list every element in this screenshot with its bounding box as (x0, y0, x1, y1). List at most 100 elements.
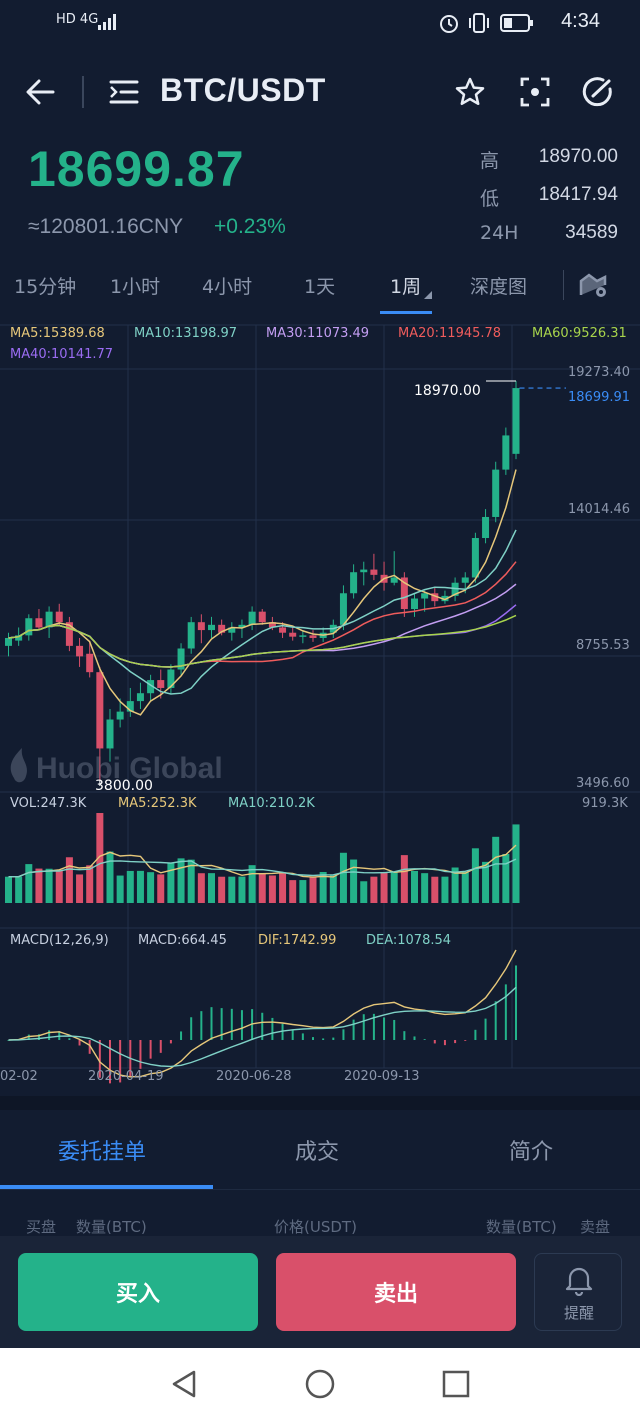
price-change: +0.23% (214, 215, 286, 238)
candle-body (411, 598, 418, 610)
macd-histogram-bar (291, 1029, 294, 1040)
volume-bar (431, 876, 439, 903)
macd-histogram-bar (464, 1040, 467, 1041)
buy-button[interactable]: 买入 (18, 1253, 258, 1331)
macd-legend: MACD(12,26,9) (10, 933, 109, 948)
macd-histogram-bar (149, 1040, 152, 1059)
volume-bar (471, 848, 479, 903)
menu-list-icon (109, 80, 139, 104)
volume-bar (55, 870, 63, 903)
candle-body (35, 618, 43, 628)
sell-button[interactable]: 卖出 (276, 1253, 516, 1331)
volume-bar (76, 874, 84, 903)
macd-histogram-bar (494, 1001, 497, 1040)
chart-settings-button[interactable] (576, 266, 612, 302)
volume-bar (15, 876, 23, 903)
volume-bar (390, 871, 398, 903)
nav-back-button[interactable] (166, 1366, 202, 1402)
tab-4hour[interactable]: 4小时 (202, 272, 252, 299)
tab-intro[interactable]: 简介 (509, 1134, 553, 1166)
kline-chart[interactable]: Huobi Global (0, 318, 640, 1112)
volume-bar (279, 873, 287, 903)
tab-1week[interactable]: 1周 (390, 272, 421, 299)
alert-label: 提醒 (563, 1304, 594, 1322)
volume-bar (25, 864, 33, 903)
volume-bar (248, 865, 256, 903)
share-button[interactable] (578, 72, 618, 112)
back-arrow-icon (26, 79, 55, 105)
macd-histogram-bar (169, 1040, 172, 1044)
star-icon (455, 77, 485, 106)
battery-icon (500, 14, 534, 36)
nav-recents-button[interactable] (438, 1366, 474, 1402)
tab-1day[interactable]: 1天 (304, 272, 335, 299)
volume-bar (400, 855, 408, 903)
pair-title[interactable]: BTC/USDT (160, 72, 326, 109)
date-axis-label: 2020-09-13 (344, 1069, 420, 1084)
candle-body (258, 611, 266, 623)
volume-bar (411, 870, 418, 903)
date-axis-label: 2020-04-19 (88, 1069, 164, 1084)
candle-body (360, 569, 368, 573)
volume-bar (218, 876, 226, 903)
volume-bar (238, 876, 246, 903)
scan-focus-icon (520, 77, 550, 107)
volume-bar (421, 873, 429, 903)
volume-bar (86, 865, 94, 903)
dif-value: DIF:1742.99 (258, 933, 337, 948)
orderbook-buy-label: 买盘 (26, 1218, 57, 1236)
market-list-button[interactable] (104, 72, 144, 112)
alert-button[interactable]: 提醒 (534, 1253, 622, 1331)
back-button[interactable] (20, 72, 60, 112)
square-recents-icon (442, 1370, 470, 1398)
header-divider (82, 76, 84, 108)
orderbook-qty-left: 数量(BTC) (76, 1218, 147, 1236)
candle-body (136, 693, 144, 702)
candle-body (461, 577, 469, 583)
low-marker-label: 3800.00 (95, 778, 153, 794)
candle-body (106, 719, 114, 749)
macd-histogram-bar (383, 1017, 386, 1040)
tab-15min[interactable]: 15分钟 (14, 272, 76, 299)
candle-body (492, 469, 500, 517)
volume-bar (309, 876, 317, 903)
favorite-button[interactable] (450, 72, 490, 112)
candle-body (116, 711, 124, 720)
candle-body (339, 593, 347, 625)
tab-trades[interactable]: 成交 (295, 1134, 339, 1166)
chart-settings-icon (579, 273, 607, 297)
ma20-legend: MA20:11945.78 (398, 326, 502, 341)
tab-1hour[interactable]: 1小时 (110, 272, 160, 299)
price-axis-label: 8755.53 (576, 638, 630, 653)
candle-body (187, 622, 195, 649)
tab-open-orders[interactable]: 委托挂单 (58, 1134, 146, 1166)
screenshot-button[interactable] (515, 72, 555, 112)
volume-bar (380, 872, 388, 903)
macd-histogram-bar (433, 1040, 436, 1044)
tab-depth[interactable]: 深度图 (470, 272, 527, 299)
low-value: 18417.94 (538, 184, 618, 205)
candle-body (309, 635, 317, 638)
volume-bar (299, 880, 307, 903)
nav-home-button[interactable] (302, 1366, 338, 1402)
ma5-legend: MA5:15389.68 (10, 326, 105, 341)
candle-body (279, 627, 287, 633)
candle-body (482, 516, 490, 539)
volume-bar (350, 859, 358, 903)
volume-bar (65, 857, 73, 903)
orderbook-price-label: 价格(USDT) (274, 1218, 357, 1236)
orderbook-sell-label: 卖盘 (580, 1218, 611, 1236)
orderbook-qty-right: 数量(BTC) (486, 1218, 557, 1236)
candle-body (96, 672, 104, 749)
signal-icon (98, 14, 116, 34)
price-axis-label: 19273.40 (568, 365, 631, 380)
macd-histogram-bar (332, 1037, 335, 1040)
date-axis-label: 2020-06-28 (216, 1069, 292, 1084)
macd-histogram-bar (454, 1040, 457, 1044)
macd-histogram-bar (230, 1008, 233, 1040)
low-label: 低 (480, 188, 500, 210)
candle-body (55, 611, 63, 623)
volume-bar (360, 881, 368, 903)
volume-bar (258, 873, 266, 903)
macd-histogram-bar (362, 1014, 365, 1040)
